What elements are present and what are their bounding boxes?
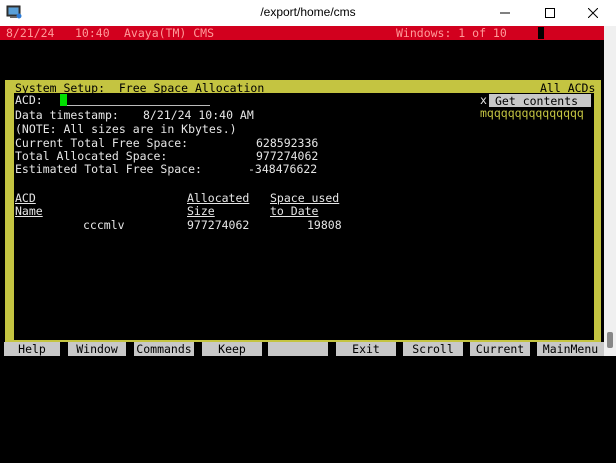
fkey-keep[interactable]: Keep [202, 342, 262, 356]
status-date: 8/21/24 [6, 26, 55, 40]
timestamp-label: Data timestamp: [15, 108, 119, 122]
scrollbar-thumb[interactable] [607, 332, 613, 348]
estimated-free-label: Estimated Total Free Space: [15, 162, 202, 176]
size-note: (NOTE: All sizes are in Kbytes.) [15, 122, 237, 136]
minimize-button[interactable] [482, 0, 528, 26]
acd-input[interactable] [67, 105, 210, 106]
timestamp-value: 8/21/24 10:40 AM [143, 108, 254, 122]
acd-input-cursor [60, 94, 67, 106]
col-acd-header-1: ACD [15, 191, 36, 205]
close-button[interactable] [570, 0, 616, 26]
status-app-name: Avaya(TM) CMS [124, 26, 215, 40]
status-time: 10:40 [75, 26, 110, 40]
col-used-header-1: Space used [270, 191, 340, 205]
get-contents-marker: x [480, 93, 487, 107]
form-header-scope: All ACDs [540, 81, 596, 95]
row-acd-name: cccmlv [83, 218, 125, 232]
function-key-bar: Help Window Commands Keep Exit Scroll Cu… [0, 342, 604, 356]
maximize-icon [545, 8, 555, 18]
row-used: 19808 [307, 218, 342, 232]
fkey-help[interactable]: Help [4, 342, 60, 356]
fkey-mainmenu[interactable]: MainMenu [537, 342, 604, 356]
current-free-value: 628592336 [256, 136, 319, 150]
allocated-label: Total Allocated Space: [15, 149, 168, 163]
acd-label: ACD: [15, 93, 43, 107]
allocated-value: 977274062 [256, 149, 319, 163]
col-allocated-header-2: Size [187, 204, 215, 218]
fkey-scroll[interactable]: Scroll [403, 342, 463, 356]
close-icon [588, 8, 598, 18]
status-message: Successful [15, 328, 85, 342]
current-free-label: Current Total Free Space: [15, 136, 189, 150]
fkey-current[interactable]: Current [470, 342, 530, 356]
fkey-exit[interactable]: Exit [336, 342, 396, 356]
minimize-icon [500, 12, 510, 14]
estimated-free-value: -348476622 [248, 162, 318, 176]
form-header-title: System Setup: Free Space Allocation [15, 81, 265, 95]
row-allocated: 977274062 [187, 218, 250, 232]
maximize-button[interactable] [527, 0, 573, 26]
status-bar: 8/21/24 10:40 Avaya(TM) CMS Windows: 1 o… [0, 26, 604, 40]
title-bar: /export/home/cms [0, 0, 616, 26]
fkey-window[interactable]: Window [68, 342, 126, 356]
fkey-commands[interactable]: Commands [134, 342, 194, 356]
col-used-header-2: to Date [270, 204, 319, 218]
status-windows: Windows: 1 of 10 [396, 26, 507, 40]
status-cursor [538, 27, 544, 39]
menu-border-line: mqqqqqqqqqqqqqq [480, 106, 584, 120]
col-allocated-header-1: Allocated [187, 191, 250, 205]
col-acd-header-2: Name [15, 204, 43, 218]
fkey-blank[interactable] [268, 342, 328, 356]
scrollbar[interactable] [604, 26, 616, 356]
